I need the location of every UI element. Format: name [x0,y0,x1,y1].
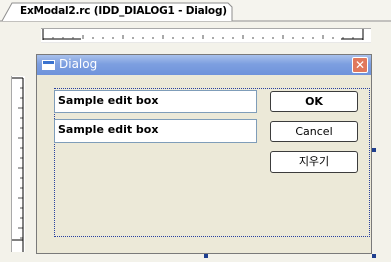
document-tab-title: ExModal2.rc (IDD_DIALOG1 - Dialog) [20,5,227,17]
edit-box-2[interactable]: Sample edit box [54,119,257,143]
horizontal-ruler[interactable] [41,28,371,43]
cancel-button[interactable]: Cancel [270,121,358,142]
dialog-title-bar[interactable]: Dialog ✕ [37,55,371,75]
selection-handle-right[interactable] [372,148,376,152]
edit-box-1[interactable]: Sample edit box [54,90,257,113]
close-icon[interactable]: ✕ [352,57,368,73]
dialog-title: Dialog [59,57,98,71]
document-tab-bar: ExModal2.rc (IDD_DIALOG1 - Dialog) [0,0,391,22]
vertical-ruler[interactable] [11,76,25,252]
selection-handle-bottom-right[interactable] [372,254,376,258]
clear-button[interactable]: 지우기 [270,151,358,173]
horizontal-ruler-ticks [42,29,364,40]
window-icon [42,60,55,70]
vertical-ruler-ticks [12,77,24,252]
selection-handle-bottom[interactable] [204,254,208,258]
ok-button[interactable]: OK [270,91,358,112]
